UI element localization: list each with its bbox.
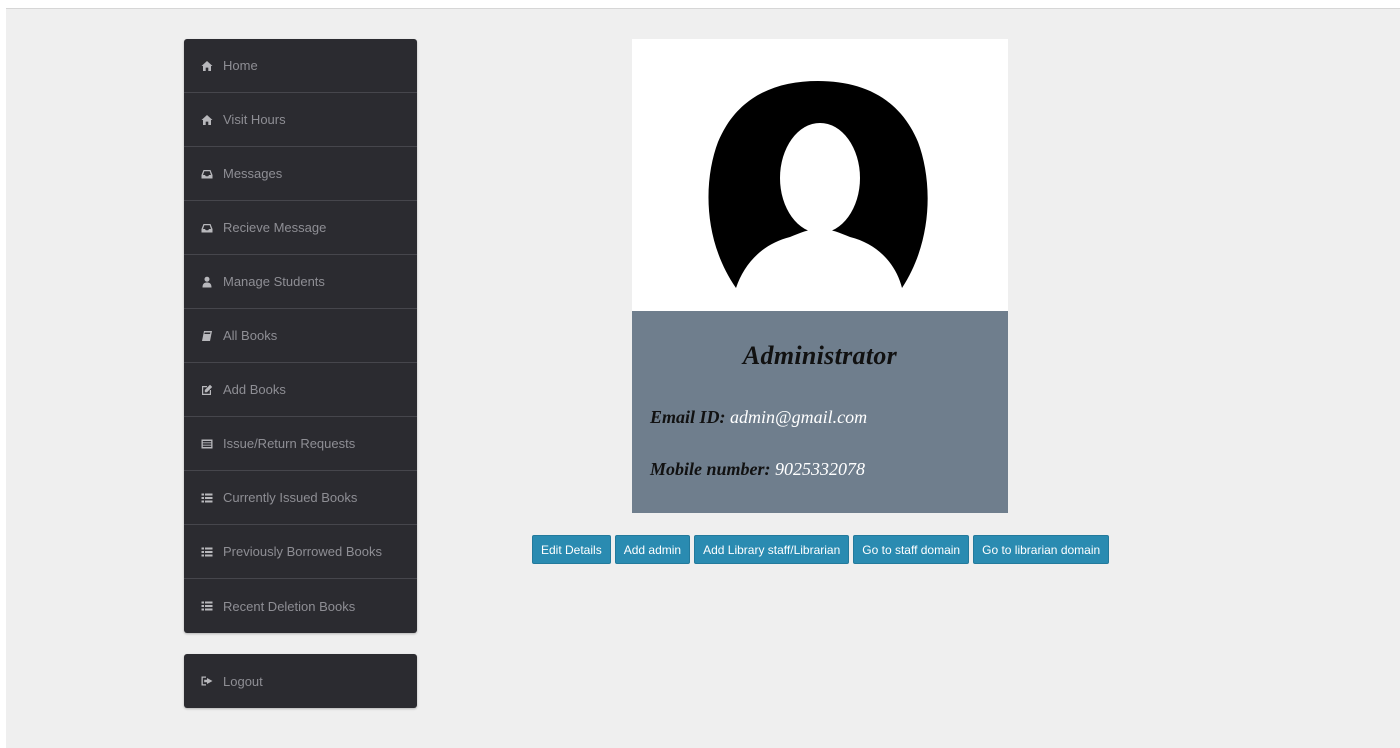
sidebar-item-visit-hours[interactable]: Visit Hours: [184, 93, 417, 147]
sidebar-item-recent-deletion-books[interactable]: Recent Deletion Books: [184, 579, 417, 633]
sidebar-item-label: Add Books: [223, 382, 286, 397]
sidebar-menu: Home Visit Hours Messages Recieve Messag…: [184, 39, 417, 633]
sidebar-item-label: Recent Deletion Books: [223, 598, 356, 614]
sidebar-item-add-books[interactable]: Add Books: [184, 363, 417, 417]
profile-info-panel: Administrator Email ID: admin@gmail.com …: [632, 311, 1008, 513]
sidebar-item-label: Visit Hours: [223, 112, 286, 127]
list-icon: [200, 599, 214, 613]
profile-card: Administrator Email ID: admin@gmail.com …: [632, 39, 1008, 513]
mobile-value: 9025332078: [775, 459, 866, 479]
mobile-label: Mobile number:: [650, 459, 771, 479]
edit-icon: [200, 383, 214, 397]
mobile-line: Mobile number: 9025332078: [650, 459, 865, 480]
add-library-staff-button[interactable]: Add Library staff/Librarian: [694, 535, 850, 564]
avatar: [632, 39, 1008, 311]
sidebar-item-messages[interactable]: Messages: [184, 147, 417, 201]
sidebar-item-label: Manage Students: [223, 274, 325, 289]
inbox-icon: [200, 167, 214, 181]
go-to-librarian-domain-button[interactable]: Go to librarian domain: [973, 535, 1110, 564]
sidebar-item-label: Home: [223, 58, 258, 73]
sidebar-item-label: Issue/Return Requests: [223, 436, 356, 451]
book-icon: [200, 329, 214, 343]
logout-label: Logout: [223, 673, 263, 689]
sidebar-item-manage-students[interactable]: Manage Students: [184, 255, 417, 309]
profile-role-title: Administrator: [742, 341, 898, 370]
email-label: Email ID:: [650, 407, 726, 427]
logout-button[interactable]: Logout: [184, 654, 417, 708]
inbox-icon: [200, 221, 214, 235]
sidebar-item-recieve-message[interactable]: Recieve Message: [184, 201, 417, 255]
email-value: admin@gmail.com: [730, 407, 868, 427]
email-line: Email ID: admin@gmail.com: [650, 407, 867, 428]
sidebar-item-label: Messages: [223, 166, 283, 181]
sidebar-item-home[interactable]: Home: [184, 39, 417, 93]
add-admin-button[interactable]: Add admin: [614, 535, 691, 564]
sidebar-item-label: Previously Borrowed Books: [223, 544, 382, 559]
sidebar-item-previously-borrowed-books[interactable]: Previously Borrowed Books: [184, 525, 417, 579]
sidebar-item-all-books[interactable]: All Books: [184, 309, 417, 363]
profile-actions: Edit Details Add admin Add Library staff…: [532, 535, 1110, 564]
go-to-staff-domain-button[interactable]: Go to staff domain: [853, 535, 970, 564]
home-icon: [200, 113, 214, 127]
list-icon: [200, 491, 214, 505]
sidebar-item-label: Recieve Message: [223, 220, 327, 235]
sidebar-item-label: Currently Issued Books: [223, 490, 358, 505]
sidebar-item-issue-return-requests[interactable]: Issue/Return Requests: [184, 417, 417, 471]
logout-icon: [200, 674, 214, 688]
edit-details-button[interactable]: Edit Details: [532, 535, 611, 564]
avatar-silhouette-icon: [708, 81, 928, 288]
home-icon: [200, 59, 214, 73]
sidebar-item-currently-issued-books[interactable]: Currently Issued Books: [184, 471, 417, 525]
list-alt-icon: [200, 437, 214, 451]
logout-panel: Logout: [184, 654, 417, 708]
list-icon: [200, 545, 214, 559]
user-icon: [200, 275, 214, 289]
sidebar-item-label: All Books: [223, 328, 278, 343]
